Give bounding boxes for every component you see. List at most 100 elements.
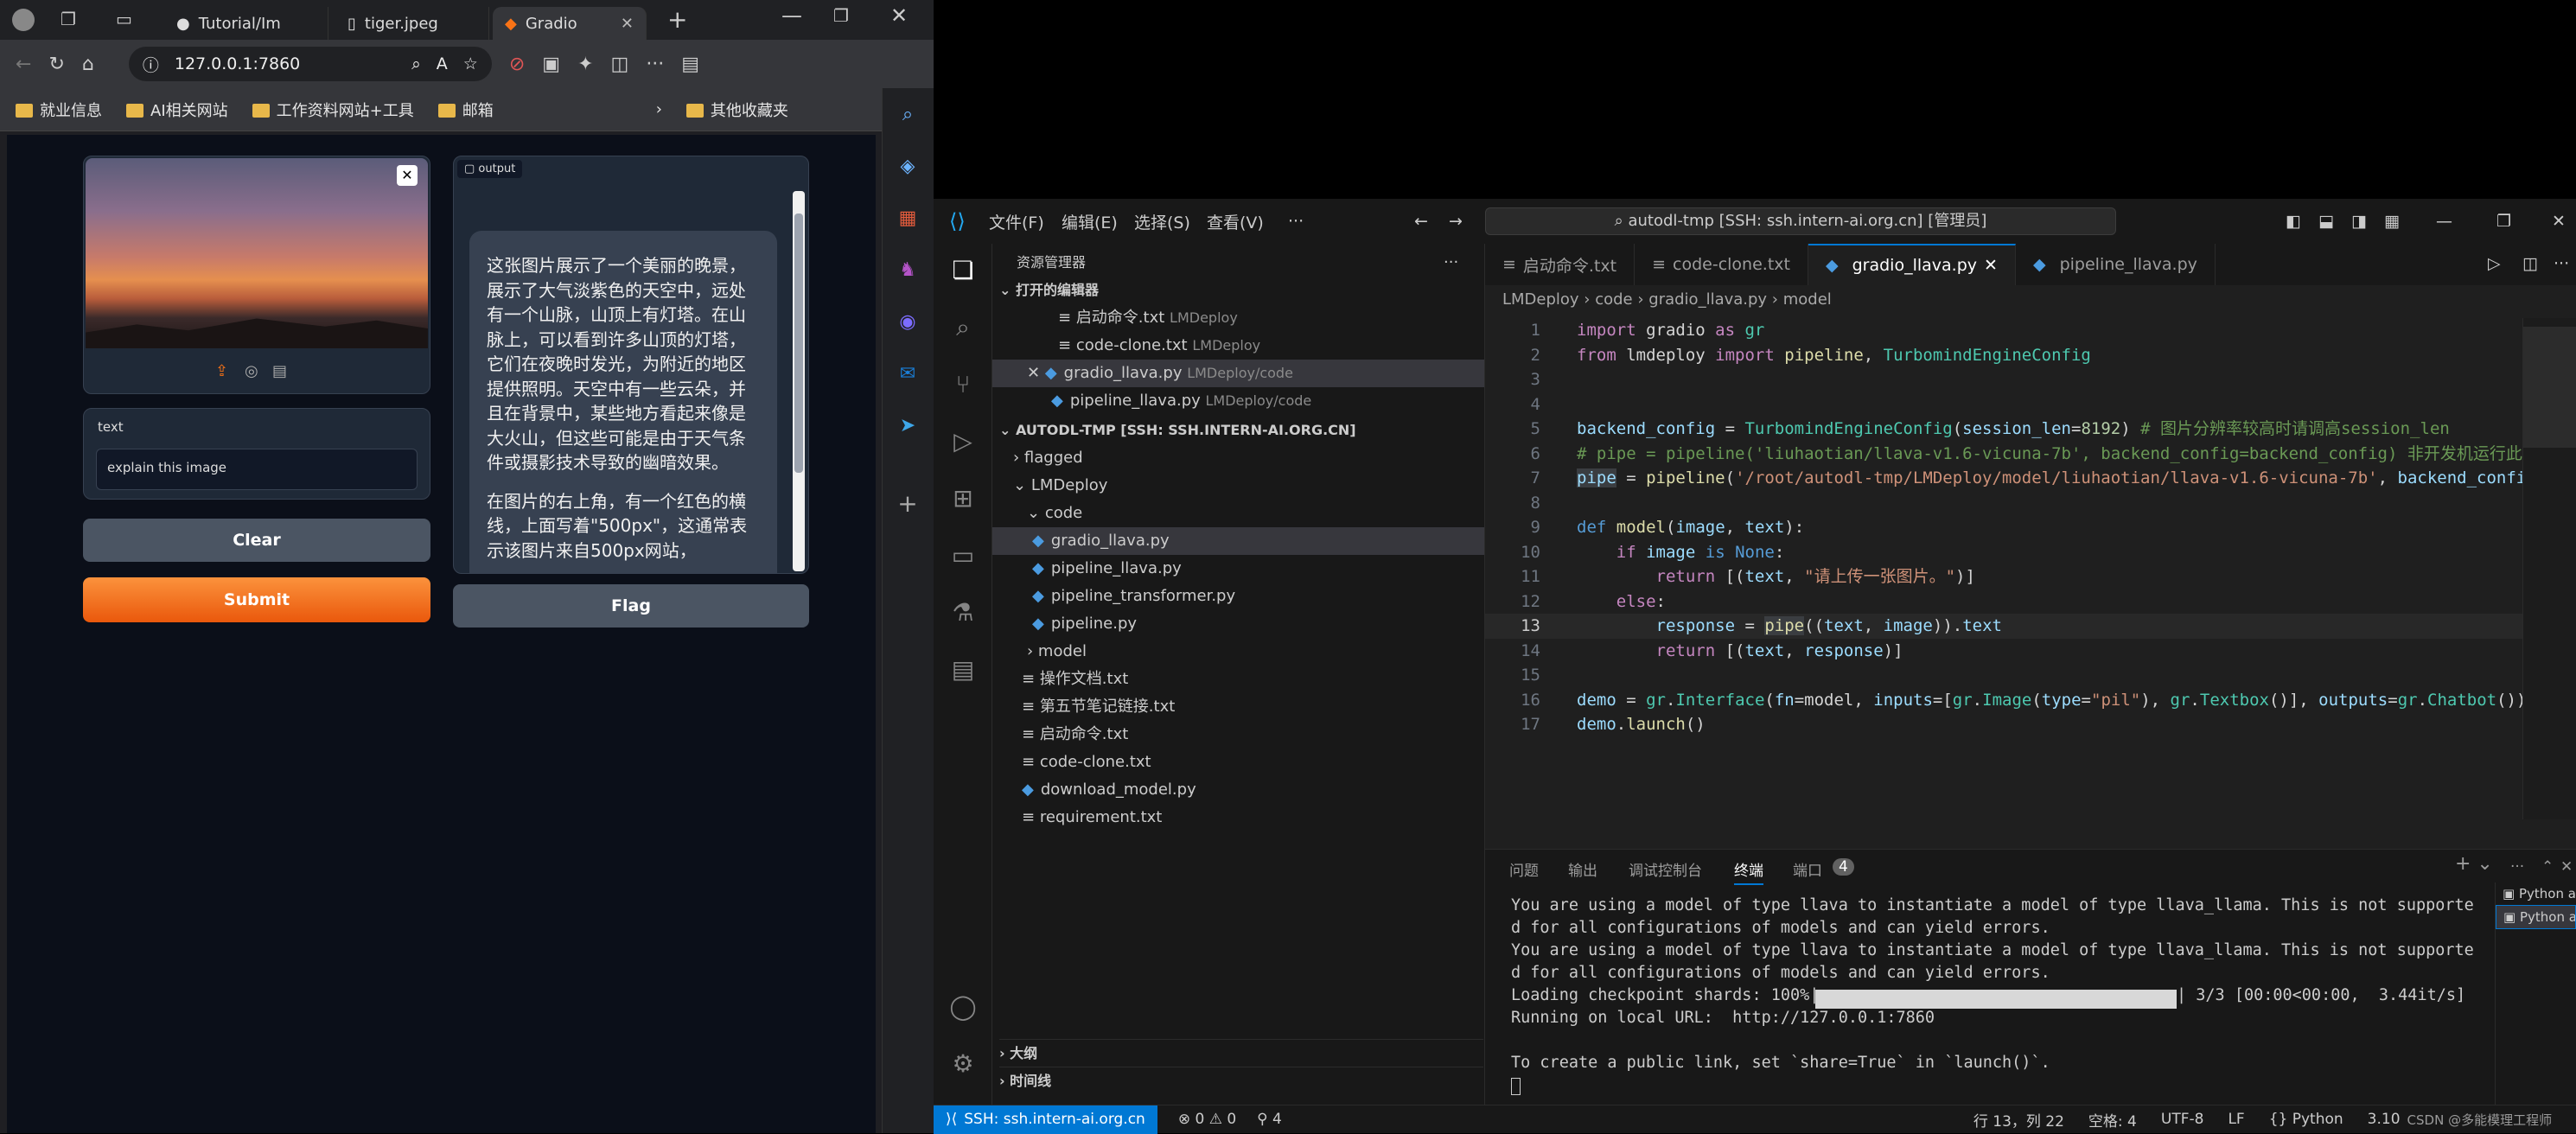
url-field[interactable]: ⓘ 127.0.0.1:7860 ⌕ A ☆: [128, 47, 492, 81]
restore-button[interactable]: ❐: [2496, 212, 2511, 231]
close-icon[interactable]: ✕: [1984, 256, 1998, 275]
toolbox-icon[interactable]: ▦: [895, 206, 921, 232]
tab-gradio[interactable]: ◆ Gradio ✕: [493, 7, 647, 40]
source-control-icon[interactable]: ⑂: [948, 370, 978, 399]
explorer-more-icon[interactable]: ···: [1444, 249, 1458, 277]
tab-problems[interactable]: 问题: [1509, 858, 1539, 880]
tree-file[interactable]: ≡ 启动命令.txt: [1022, 721, 1128, 749]
command-center[interactable]: ⌕ autodl-tmp [SSH: ssh.intern-ai.org.cn]…: [1485, 207, 2116, 235]
open-editor-item[interactable]: ◆ pipeline_llava.py LMDeploy/code: [1051, 387, 1311, 415]
send-icon[interactable]: ➤: [895, 413, 921, 439]
editor-tab-active[interactable]: ◆ gradio_llava.py ✕: [1808, 244, 2016, 285]
new-tab-button[interactable]: +: [667, 5, 687, 34]
toggle-secondary-icon[interactable]: ◨: [2351, 212, 2367, 231]
terminal-session-active[interactable]: ▣ Python autod...: [2496, 905, 2576, 929]
more-icon[interactable]: ···: [2510, 858, 2524, 876]
extensions-icon[interactable]: ✦: [577, 54, 593, 75]
close-window-button[interactable]: ✕: [890, 3, 908, 28]
tree-file[interactable]: ◆ download_model.py: [1022, 776, 1196, 804]
tag-icon[interactable]: ◈: [895, 154, 921, 180]
minimize-button[interactable]: —: [781, 3, 802, 28]
open-editor-item[interactable]: ≡ code-clone.txt LMDeploy: [1058, 332, 1260, 360]
encoding[interactable]: UTF-8: [2161, 1111, 2204, 1128]
line-ending[interactable]: LF: [2228, 1111, 2244, 1128]
more-icon[interactable]: ···: [646, 54, 664, 75]
tree-file[interactable]: ◆ pipeline_transformer.py: [1032, 583, 1235, 610]
menu-selection[interactable]: 选择(S): [1134, 210, 1190, 233]
scroll-thumb[interactable]: [794, 213, 803, 473]
close-window-button[interactable]: ✕: [2552, 212, 2566, 231]
tree-folder[interactable]: › flagged: [1013, 444, 1083, 472]
close-image-icon[interactable]: ✕: [397, 165, 418, 186]
tree-file[interactable]: ◆ pipeline.py: [1032, 610, 1137, 638]
submit-button[interactable]: Submit: [83, 577, 430, 622]
tab-debug-console[interactable]: 调试控制台: [1629, 858, 1702, 880]
menu-more[interactable]: ···: [1288, 212, 1304, 231]
text-input[interactable]: explain this image: [96, 449, 418, 490]
settings-icon[interactable]: ⚙: [948, 1049, 978, 1079]
tree-file[interactable]: ≡ requirement.txt: [1022, 804, 1162, 831]
maximize-panel-icon[interactable]: ⌃: [2541, 858, 2554, 876]
close-tab-icon[interactable]: ✕: [621, 15, 634, 33]
timeline-header[interactable]: › 时间线: [999, 1067, 1483, 1094]
tree-file[interactable]: ≡ 操作文档.txt: [1022, 666, 1128, 693]
bookmark-folder[interactable]: 工作资料网站+工具: [252, 99, 414, 121]
toggle-panel-icon[interactable]: ⬓: [2318, 212, 2334, 231]
split-screen-icon[interactable]: ◫: [611, 54, 629, 75]
editor-tab[interactable]: ≡ 启动命令.txt: [1485, 244, 1636, 285]
editor-tab[interactable]: ◆ pipeline_llava.py: [2016, 244, 2216, 285]
upload-icon[interactable]: ⇪: [215, 362, 228, 380]
chat-scrollbar[interactable]: [793, 191, 805, 571]
back-icon[interactable]: ←: [16, 54, 31, 75]
menu-file[interactable]: 文件(F): [989, 210, 1044, 233]
tab-output[interactable]: 输出: [1568, 858, 1597, 880]
uploaded-image[interactable]: [86, 158, 428, 348]
minimap[interactable]: [2522, 318, 2576, 819]
terminal-session[interactable]: ▣ Python autod...: [2496, 882, 2576, 905]
menu-view[interactable]: 查看(V): [1207, 210, 1264, 233]
editor-tab[interactable]: ≡ code-clone.txt: [1635, 244, 1808, 285]
remote-indicator[interactable]: ⟩⟨ SSH: ssh.intern-ai.org.cn: [934, 1105, 1157, 1134]
bookmark-folder[interactable]: AI相关网站: [126, 99, 228, 121]
menu-edit[interactable]: 编辑(E): [1062, 210, 1118, 233]
tab-tiger[interactable]: ▯ tiger.jpeg: [335, 7, 489, 40]
search-icon[interactable]: ⌕: [948, 313, 978, 342]
chevron-right-icon[interactable]: ›: [656, 100, 662, 118]
ports-indicator[interactable]: ⚲ 4: [1257, 1111, 1282, 1128]
bookmark-folder[interactable]: 就业信息: [16, 99, 102, 121]
open-editors-header[interactable]: ⌄ 打开的编辑器: [999, 277, 1099, 304]
bookmark-folder[interactable]: 邮箱: [437, 99, 494, 121]
add-terminal-icon[interactable]: + ⌄: [2455, 853, 2493, 875]
workspace-header[interactable]: ⌄ AUTODL-TMP [SSH: SSH.INTERN-AI.ORG.CN]: [999, 417, 1356, 444]
tab-actions-icon[interactable]: ▭: [116, 9, 132, 29]
restore-button[interactable]: ❐: [833, 5, 849, 26]
folder-icon[interactable]: ▤: [948, 655, 978, 685]
favorite-icon[interactable]: ☆: [463, 54, 478, 73]
flag-button[interactable]: Flag: [453, 584, 809, 628]
testing-icon[interactable]: ⚗: [948, 598, 978, 628]
add-icon[interactable]: +: [895, 491, 921, 517]
reload-icon[interactable]: ↻: [48, 54, 64, 75]
screenshot-icon[interactable]: ▣: [542, 54, 560, 75]
language-mode[interactable]: {} Python: [2269, 1111, 2343, 1128]
account-icon[interactable]: ◯: [948, 992, 978, 1022]
tab-ports[interactable]: 端口: [1793, 858, 1822, 880]
open-editor-item[interactable]: ≡ 启动命令.txt LMDeploy: [1058, 304, 1238, 332]
code-area[interactable]: 1 import gradio as gr 2 from lmdeploy impo…: [1485, 318, 2522, 768]
forward-icon[interactable]: →: [1449, 212, 1463, 231]
breadcrumb[interactable]: LMDeploy › code › gradio_llava.py › mode…: [1502, 290, 1832, 309]
bookmark-folder[interactable]: 其他收藏夹: [685, 99, 788, 121]
explorer-icon[interactable]: ❏: [948, 256, 978, 285]
close-icon[interactable]: ✕: [1027, 364, 1045, 382]
tree-folder[interactable]: ⌄ LMDeploy: [1013, 472, 1107, 500]
tree-folder[interactable]: ⌄ code: [1027, 500, 1082, 527]
home-icon[interactable]: ⌂: [82, 54, 94, 75]
run-debug-icon[interactable]: ▷: [948, 427, 978, 456]
tracking-icon[interactable]: ⊘: [509, 54, 525, 75]
tab-terminal[interactable]: 终端: [1734, 858, 1763, 885]
copilot-icon[interactable]: ◉: [895, 309, 921, 335]
tree-file[interactable]: ≡ code-clone.txt: [1022, 749, 1151, 776]
outline-header[interactable]: › 大纲: [999, 1039, 1483, 1067]
tree-file-active[interactable]: ◆ gradio_llava.py: [992, 527, 1484, 555]
extensions-icon[interactable]: ⊞: [948, 484, 978, 513]
